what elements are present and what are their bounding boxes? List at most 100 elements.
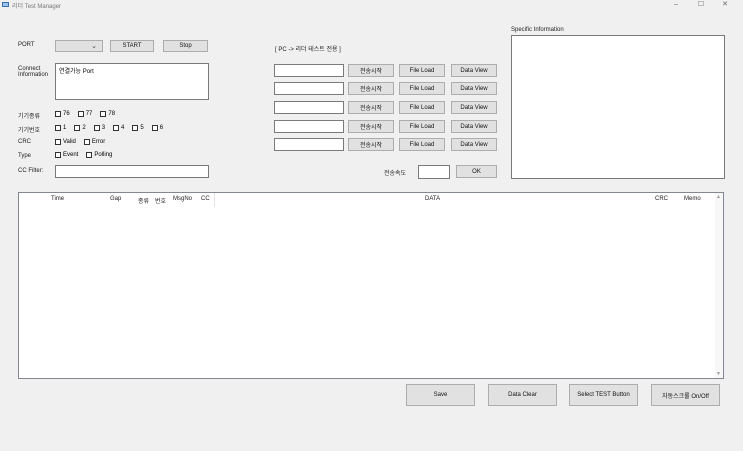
device-kind-options: 76 77 78 bbox=[55, 111, 120, 117]
col-crc[interactable]: CRC bbox=[655, 196, 668, 202]
specific-info-label: Specific Information bbox=[511, 27, 564, 33]
data-grid[interactable]: Time Gap 종류 번호 MsgNo CC DATA CRC Memo ▲ … bbox=[18, 192, 724, 379]
file-load-button[interactable]: File Load bbox=[399, 138, 445, 151]
checkbox[interactable] bbox=[55, 125, 61, 131]
pc-test-input-5[interactable] bbox=[274, 138, 344, 151]
type-option[interactable]: Event bbox=[55, 152, 78, 158]
send-start-button[interactable]: 전송시작 bbox=[348, 120, 394, 133]
device-no-options: 1 2 3 4 5 6 bbox=[55, 125, 168, 131]
col-data[interactable]: DATA bbox=[425, 196, 440, 202]
col-cc[interactable]: CC bbox=[201, 196, 210, 202]
port-select[interactable]: ⌄ bbox=[55, 40, 103, 52]
connect-info-text: 연결가능 Port bbox=[59, 69, 94, 75]
device-no-option[interactable]: 6 bbox=[151, 125, 164, 131]
title-bar bbox=[0, 0, 743, 10]
col-number[interactable]: 번호 bbox=[155, 196, 166, 205]
send-start-button[interactable]: 전송시작 bbox=[348, 64, 394, 77]
save-button[interactable]: Save bbox=[406, 384, 475, 406]
send-start-button[interactable]: 전송시작 bbox=[348, 82, 394, 95]
type-option[interactable]: Polling bbox=[86, 152, 112, 158]
autoscroll-toggle-button[interactable]: 자동스크롤 On/Off bbox=[651, 384, 720, 406]
data-view-button[interactable]: Data View bbox=[451, 64, 497, 77]
pc-test-input-1[interactable] bbox=[274, 64, 344, 77]
option-label: Event bbox=[63, 152, 79, 158]
checkbox[interactable] bbox=[55, 111, 61, 117]
device-no-option[interactable]: 5 bbox=[132, 125, 144, 131]
window-title: 리더 Test Manager bbox=[12, 4, 62, 10]
data-view-button[interactable]: Data View bbox=[451, 101, 497, 114]
speed-input[interactable] bbox=[418, 165, 450, 179]
crc-option[interactable]: Valid bbox=[55, 139, 76, 145]
col-msgno[interactable]: MsgNo bbox=[173, 196, 192, 202]
device-kind-option[interactable]: 76 bbox=[55, 111, 70, 117]
checkbox[interactable] bbox=[86, 152, 93, 158]
device-kind-option[interactable]: 78 bbox=[100, 111, 115, 117]
option-label: 77 bbox=[85, 111, 93, 117]
start-button[interactable]: START bbox=[110, 40, 154, 52]
checkbox[interactable] bbox=[55, 152, 61, 158]
connect-info-box[interactable]: 연결가능 Port bbox=[55, 63, 209, 100]
device-no-option[interactable]: 3 bbox=[93, 125, 105, 131]
crc-option[interactable]: Error bbox=[83, 139, 105, 145]
file-load-button[interactable]: File Load bbox=[399, 82, 445, 95]
select-test-button[interactable]: Select TEST Button bbox=[569, 384, 638, 406]
cc-filter-input[interactable] bbox=[55, 165, 209, 178]
checkbox[interactable] bbox=[100, 111, 107, 117]
port-label: PORT bbox=[18, 42, 35, 48]
device-no-option[interactable]: 2 bbox=[74, 125, 86, 131]
device-no-option[interactable]: 4 bbox=[113, 125, 124, 131]
specific-info-box[interactable] bbox=[511, 35, 725, 179]
col-time[interactable]: Time bbox=[51, 196, 64, 202]
grid-vertical-scrollbar[interactable]: ▲ ▼ bbox=[715, 193, 723, 378]
file-load-button[interactable]: File Load bbox=[399, 101, 445, 114]
send-start-button[interactable]: 전송시작 bbox=[348, 101, 394, 114]
pc-test-input-3[interactable] bbox=[274, 101, 344, 114]
scroll-down-icon[interactable]: ▼ bbox=[716, 371, 721, 377]
grid-header: Time Gap 종류 번호 MsgNo CC DATA CRC Memo bbox=[19, 193, 717, 207]
speed-label: 전송속도 bbox=[384, 171, 407, 177]
app-icon bbox=[2, 2, 9, 7]
checkbox[interactable] bbox=[74, 125, 81, 131]
data-view-button[interactable]: Data View bbox=[451, 120, 497, 133]
device-kind-label: 기기종류 bbox=[18, 114, 41, 120]
checkbox[interactable] bbox=[93, 125, 100, 131]
checkbox[interactable] bbox=[132, 125, 139, 131]
checkbox[interactable] bbox=[151, 125, 158, 131]
pc-test-input-4[interactable] bbox=[274, 120, 344, 133]
checkbox[interactable] bbox=[55, 139, 61, 145]
data-view-button[interactable]: Data View bbox=[451, 138, 497, 151]
connect-label-line2: Information bbox=[18, 72, 49, 78]
checkbox[interactable] bbox=[77, 111, 84, 117]
data-clear-button[interactable]: Data Clear bbox=[488, 384, 557, 406]
option-label: 1 bbox=[63, 125, 67, 131]
col-kind[interactable]: 종류 bbox=[138, 196, 149, 205]
close-button[interactable]: ✕ bbox=[714, 0, 736, 10]
maximize-button[interactable]: ☐ bbox=[690, 0, 712, 10]
minimize-button[interactable]: – bbox=[665, 0, 687, 10]
checkbox[interactable] bbox=[83, 139, 90, 145]
scroll-up-icon[interactable]: ▲ bbox=[716, 194, 721, 200]
col-memo[interactable]: Memo bbox=[684, 196, 701, 202]
option-label: Valid bbox=[63, 139, 76, 145]
device-no-option[interactable]: 1 bbox=[55, 125, 66, 131]
option-label: 2 bbox=[82, 125, 86, 131]
type-label: Type bbox=[18, 153, 32, 159]
option-label: 76 bbox=[63, 111, 70, 117]
pc-test-input-2[interactable] bbox=[274, 82, 344, 95]
device-kind-option[interactable]: 77 bbox=[77, 111, 93, 117]
send-start-button[interactable]: 전송시작 bbox=[348, 138, 394, 151]
file-load-button[interactable]: File Load bbox=[399, 120, 445, 133]
type-options: Event Polling bbox=[55, 152, 117, 158]
pc-test-title: [ PC -> 리더 테스트 전용 ] bbox=[275, 47, 341, 53]
option-label: Polling bbox=[94, 152, 113, 158]
data-view-button[interactable]: Data View bbox=[451, 82, 497, 95]
ok-button[interactable]: OK bbox=[456, 165, 497, 178]
option-label: 6 bbox=[159, 125, 164, 131]
file-load-button[interactable]: File Load bbox=[399, 64, 445, 77]
stop-button[interactable]: Stop bbox=[163, 40, 208, 52]
col-gap[interactable]: Gap bbox=[110, 196, 121, 202]
checkbox[interactable] bbox=[113, 125, 120, 131]
cc-filter-label: CC Filter: bbox=[18, 168, 44, 174]
option-label: 78 bbox=[108, 111, 116, 117]
device-no-label: 기기번호 bbox=[18, 128, 41, 134]
